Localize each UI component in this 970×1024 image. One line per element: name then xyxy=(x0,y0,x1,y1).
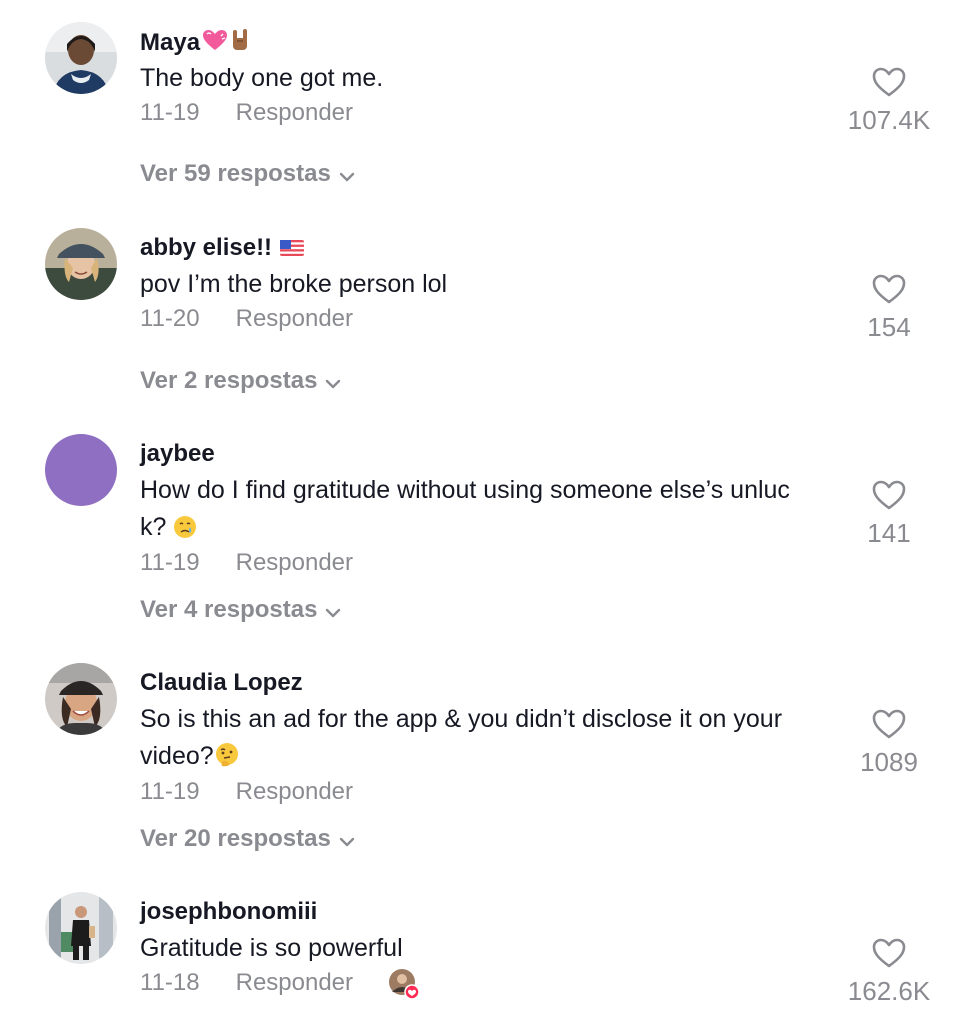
view-replies-button[interactable]: Ver 4 respostas xyxy=(140,596,341,625)
comment-text: How do I find gratitude without using so… xyxy=(140,472,840,550)
reply-button[interactable]: Responder xyxy=(236,969,353,997)
reply-button[interactable]: Responder xyxy=(236,778,353,806)
username[interactable]: abby elise!! xyxy=(140,234,305,263)
username[interactable]: Claudia Lopez xyxy=(140,669,303,697)
crying-face-emoji-icon xyxy=(173,513,197,550)
comment-text: pov I’m the broke person lol xyxy=(140,270,448,298)
comment-text-line: How do I find gratitude without using so… xyxy=(140,476,790,504)
comment-meta: 11-18 Responder xyxy=(140,969,353,997)
view-replies-button[interactable]: Ver 2 respostas xyxy=(140,367,341,396)
comment-date: 11-20 xyxy=(140,305,200,332)
avatar-photo-icon xyxy=(45,22,117,94)
rock-hand-emoji-icon xyxy=(230,28,250,59)
comment-date: 11-19 xyxy=(140,549,200,576)
comment-date: 11-19 xyxy=(140,778,200,805)
like-button[interactable]: 141 xyxy=(830,480,948,549)
heart-outline-icon xyxy=(872,709,906,739)
comment-text: The body one got me. xyxy=(140,64,384,92)
reply-button[interactable]: Responder xyxy=(236,549,353,577)
avatar[interactable] xyxy=(45,228,117,300)
like-count: 162.6K xyxy=(847,976,931,1006)
like-button[interactable]: 162.6K xyxy=(830,938,948,1007)
liked-by-creator-badge xyxy=(388,968,420,1000)
like-count: 154 xyxy=(867,312,911,342)
avatar[interactable] xyxy=(45,434,117,506)
like-button[interactable]: 107.4K xyxy=(830,67,948,136)
heart-outline-icon xyxy=(872,480,906,510)
reply-button[interactable]: Responder xyxy=(236,305,353,333)
comment-meta: 11-20 Responder xyxy=(140,305,353,333)
like-button[interactable]: 1089 xyxy=(830,709,948,778)
avatar[interactable] xyxy=(45,663,117,735)
comment-text-line: k? xyxy=(140,513,174,541)
comment-meta: 11-19 Responder xyxy=(140,549,353,577)
heart-outline-icon xyxy=(872,274,906,304)
heart-outline-icon xyxy=(872,67,906,97)
heart-outline-icon xyxy=(872,938,906,968)
comment-date: 11-19 xyxy=(140,99,200,126)
like-count: 141 xyxy=(867,518,911,548)
comment-meta: 11-19 Responder xyxy=(140,778,353,806)
avatar-photo-icon xyxy=(45,228,117,300)
chevron-down-icon xyxy=(339,826,355,854)
thinking-face-emoji-icon xyxy=(214,742,240,779)
username[interactable]: josephbonomiii xyxy=(140,898,317,926)
like-button[interactable]: 154 xyxy=(830,274,948,343)
us-flag-emoji-icon xyxy=(280,235,305,263)
heart-emoji-icon xyxy=(202,29,228,58)
comment-text-line: So is this an ad for the app & you didn’… xyxy=(140,705,783,733)
like-count: 1089 xyxy=(860,747,918,777)
comment-text-line: video? xyxy=(140,742,214,770)
comment-text: Gratitude is so powerful xyxy=(140,934,403,962)
comment-meta: 11-19 Responder xyxy=(140,99,353,127)
avatar[interactable] xyxy=(45,892,117,964)
username[interactable]: jaybee xyxy=(140,440,215,468)
avatar[interactable] xyxy=(45,22,117,94)
chevron-down-icon xyxy=(339,161,355,189)
view-replies-button[interactable]: Ver 59 respostas xyxy=(140,160,355,189)
username[interactable]: Maya xyxy=(140,28,250,59)
view-replies-button[interactable]: Ver 20 respostas xyxy=(140,825,355,854)
chevron-down-icon xyxy=(325,368,341,396)
reply-button[interactable]: Responder xyxy=(236,99,353,127)
chevron-down-icon xyxy=(325,597,341,625)
comment-date: 11-18 xyxy=(140,969,200,996)
like-count: 107.4K xyxy=(847,105,931,135)
comment-text: So is this an ad for the app & you didn’… xyxy=(140,701,840,779)
avatar-photo-icon xyxy=(45,892,117,964)
avatar-photo-icon xyxy=(45,663,117,735)
